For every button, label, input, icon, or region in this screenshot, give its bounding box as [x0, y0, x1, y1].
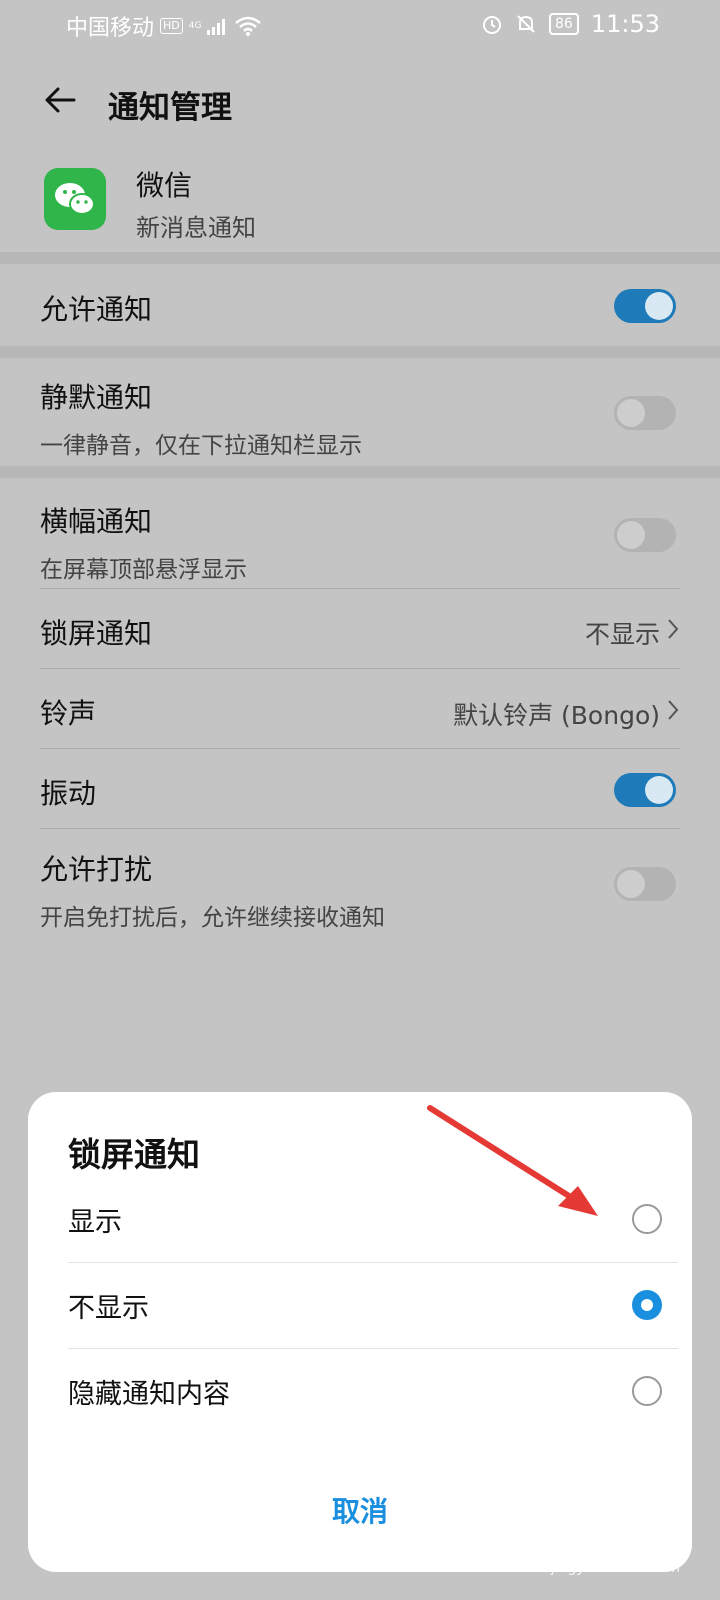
radio-button-selected[interactable] — [632, 1290, 662, 1320]
back-arrow-icon[interactable] — [42, 82, 78, 118]
radio-button[interactable] — [632, 1376, 662, 1406]
section-divider — [0, 466, 720, 478]
chevron-right-icon — [668, 619, 679, 639]
dialog-title: 锁屏通知 — [68, 1135, 200, 1174]
allow-interruptions-desc: 开启免打扰后，允许继续接收通知 — [40, 905, 385, 931]
app-name: 微信 — [136, 169, 193, 202]
allow-interruptions-toggle[interactable] — [614, 867, 676, 901]
app-bar: 通知管理 — [0, 66, 720, 136]
banner-notifications-label: 横幅通知 — [40, 505, 153, 538]
option-hide-content[interactable]: 隐藏通知内容 — [68, 1348, 678, 1434]
annotation-arrow-icon — [427, 1105, 598, 1216]
silent-notifications-desc: 一律静音，仅在下拉通知栏显示 — [40, 433, 362, 459]
option-label: 显示 — [68, 1207, 122, 1238]
network-type: 4G — [188, 21, 202, 31]
battery-icon: 86 — [549, 13, 579, 35]
vibrate-row[interactable]: 振动 — [40, 772, 680, 812]
silent-notifications-row[interactable]: 静默通知 一律静音，仅在下拉通知栏显示 — [40, 376, 680, 460]
silent-notifications-label: 静默通知 — [40, 381, 153, 414]
clock: 11:53 — [590, 10, 660, 38]
app-subtitle: 新消息通知 — [136, 214, 256, 242]
baidu-watermark: Bai 经验 jingyan.baidu.com — [540, 1512, 690, 1582]
allow-interruptions-label: 允许打扰 — [40, 853, 153, 886]
lockscreen-value: 不显示 — [584, 620, 660, 649]
watermark-brand: Bai 经验 — [549, 1524, 690, 1564]
banner-notifications-row[interactable]: 横幅通知 在屏幕顶部悬浮显示 — [40, 500, 680, 584]
watermark-site: jingyan.baidu.com — [550, 1560, 680, 1576]
divider — [40, 588, 680, 589]
option-hide[interactable]: 不显示 — [68, 1262, 678, 1348]
divider — [40, 828, 680, 829]
vibrate-label: 振动 — [40, 777, 97, 810]
wifi-icon — [235, 16, 262, 36]
mute-bell-icon — [517, 15, 535, 33]
allow-notifications-row[interactable]: 允许通知 — [40, 288, 680, 328]
alarm-icon — [483, 16, 501, 34]
radio-button[interactable] — [632, 1204, 662, 1234]
option-label: 不显示 — [68, 1293, 149, 1324]
chevron-right-icon — [668, 700, 679, 720]
hd-badge: HD — [160, 18, 183, 34]
allow-notifications-label: 允许通知 — [40, 293, 153, 326]
banner-notifications-desc: 在屏幕顶部悬浮显示 — [40, 557, 247, 583]
option-label: 隐藏通知内容 — [68, 1379, 230, 1410]
status-bar: 中国移动 HD 4G 86 11:53 — [0, 0, 720, 54]
section-divider — [0, 252, 720, 264]
signal-icon — [207, 19, 226, 35]
silent-notifications-toggle[interactable] — [614, 396, 676, 430]
ringtone-value: 默认铃声 (Bongo) — [453, 701, 660, 730]
allow-notifications-toggle[interactable] — [614, 289, 676, 323]
banner-notifications-toggle[interactable] — [614, 518, 676, 552]
app-header: 微信 新消息通知 — [0, 160, 720, 250]
divider — [40, 668, 680, 669]
section-divider — [0, 346, 720, 358]
carrier-label: 中国移动 — [66, 16, 155, 41]
page-title: 通知管理 — [108, 90, 232, 126]
vibrate-toggle[interactable] — [614, 773, 676, 807]
divider — [40, 748, 680, 749]
allow-interruptions-row[interactable]: 允许打扰 开启免打扰后，允许继续接收通知 — [40, 848, 680, 932]
wechat-app-icon — [44, 168, 106, 230]
